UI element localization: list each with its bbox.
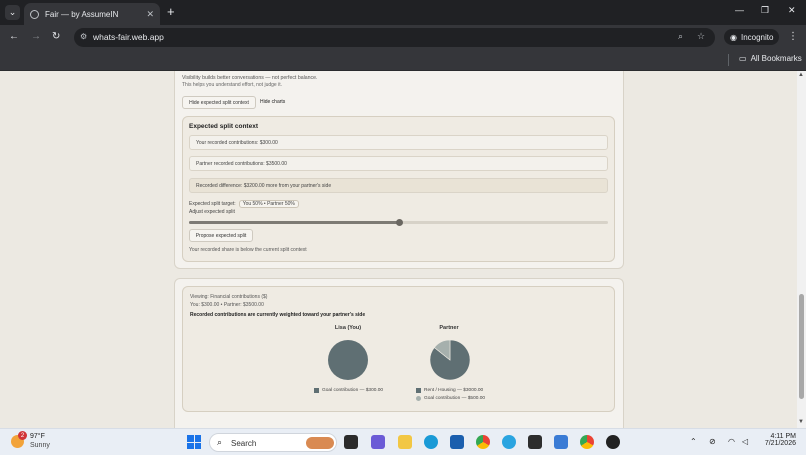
- menu-icon[interactable]: ⋮: [788, 31, 798, 42]
- tab-fair[interactable]: Fair — by AssumeIN ✕: [24, 3, 160, 25]
- network-off-icon[interactable]: ⊘: [709, 437, 716, 446]
- hide-split-button[interactable]: Hide expected split context: [182, 96, 256, 109]
- copilot-icon[interactable]: [371, 435, 385, 449]
- legend-partner-rent: Rent / Housing — $3000.00: [416, 388, 483, 393]
- terminal-icon[interactable]: [528, 435, 542, 449]
- adjust-split-label: Adjust expected split: [189, 209, 235, 215]
- partner-contributions-row: Partner recorded contributions: $3500.00: [189, 156, 608, 171]
- reload-icon[interactable]: ↻: [52, 31, 60, 42]
- split-title: Expected split context: [189, 123, 258, 130]
- restore-icon[interactable]: ❐: [761, 5, 769, 16]
- search-highlight-icon: [306, 437, 334, 449]
- all-bookmarks[interactable]: ▭ All Bookmarks: [739, 54, 802, 63]
- task-view-icon[interactable]: [344, 435, 358, 449]
- telegram-icon[interactable]: [502, 435, 516, 449]
- split-target-value: You 50% • Partner 50%: [238, 200, 299, 208]
- url-text[interactable]: whats-fair.web.app: [93, 32, 164, 42]
- intro-text: Visibility builds better conversations —…: [182, 75, 318, 81]
- legend-swatch: [416, 388, 421, 393]
- date: 7/21/2026: [764, 440, 796, 447]
- incognito-label: Incognito: [740, 32, 774, 42]
- difference-row: Recorded difference: $3200.00 more from …: [189, 178, 608, 193]
- bookmarks-bar: ▭ All Bookmarks: [0, 49, 806, 71]
- tab-title: Fair — by AssumeIN: [45, 9, 119, 19]
- legend-you: Goal contribution — $300.00: [314, 388, 383, 393]
- viewing-label: Viewing: Financial contributions ($): [190, 294, 268, 300]
- incognito-indicator[interactable]: ◉ Incognito: [724, 29, 780, 45]
- search-label: Search: [231, 439, 257, 448]
- zoom-icon[interactable]: ⌕: [678, 31, 683, 42]
- charts-headline: Recorded contributions are currently wei…: [190, 312, 366, 318]
- site-settings-icon[interactable]: ⚙: [80, 32, 87, 41]
- scroll-up-icon[interactable]: ▲: [798, 72, 804, 78]
- split-target-label: Expected split target:: [189, 201, 236, 207]
- chrome-icon[interactable]: [476, 435, 490, 449]
- chart-title-you: Lisa (You): [334, 325, 362, 331]
- split-note: Your recorded share is below the current…: [189, 247, 307, 253]
- legend-partner-goal: Goal contribution — $500.00: [416, 396, 485, 401]
- new-tab-icon[interactable]: +: [167, 4, 175, 19]
- your-contributions-row: Your recorded contributions: $300.00: [189, 135, 608, 150]
- legend-swatch: [314, 388, 319, 393]
- intro-subtext: This helps you understand effort, not ju…: [182, 82, 282, 88]
- chrome-profile-icon[interactable]: [580, 435, 594, 449]
- slider-fill: [189, 221, 399, 224]
- store-icon[interactable]: [450, 435, 464, 449]
- address-bar[interactable]: ⚙ whats-fair.web.app ⌕ ☆: [74, 28, 715, 47]
- edge-icon[interactable]: [424, 435, 438, 449]
- propose-split-button[interactable]: Propose expected split: [189, 229, 253, 242]
- incognito-icon: ◉: [730, 32, 737, 42]
- forward-icon[interactable]: →: [31, 31, 41, 42]
- minimize-icon[interactable]: —: [735, 5, 744, 15]
- slider-thumb[interactable]: [395, 219, 403, 226]
- tab-strip: ⌄ Fair — by AssumeIN ✕ + — ❐ ✕: [0, 0, 806, 25]
- chevron-up-icon[interactable]: ⌃: [690, 437, 697, 446]
- bookmark-star-icon[interactable]: ☆: [697, 31, 705, 42]
- volume-icon[interactable]: ◁: [742, 437, 748, 446]
- split-target: Expected split target: You 50% • Partner…: [189, 200, 299, 208]
- scrollbar[interactable]: ▲ ▼: [797, 71, 806, 428]
- time: 4:11 PM: [770, 433, 796, 440]
- pie-chart-you: [328, 340, 368, 380]
- scroll-down-icon[interactable]: ▼: [798, 419, 804, 425]
- clock[interactable]: 4:11 PM 7/21/2026: [762, 433, 796, 447]
- divider: [728, 54, 729, 66]
- tab-search-icon[interactable]: ⌄: [5, 5, 20, 20]
- taskbar: 2 97°F Sunny ⌕ Search ⌃ ⊘ ◠ ◁ 4:11 PM 7/…: [0, 428, 806, 455]
- wifi-icon[interactable]: ◠: [728, 437, 735, 446]
- totals-label: You: $300.00 • Partner: $3500.00: [190, 302, 264, 308]
- legend-swatch: [416, 396, 421, 401]
- folder-icon: ▭: [739, 54, 747, 63]
- weather-badge: 2: [18, 431, 27, 440]
- search-icon: ⌕: [217, 437, 223, 447]
- all-bookmarks-label: All Bookmarks: [750, 54, 802, 63]
- chart-title-partner: Partner: [439, 325, 459, 331]
- notepad-icon[interactable]: [554, 435, 568, 449]
- split-slider[interactable]: [189, 219, 608, 226]
- globe-icon: [30, 9, 39, 19]
- pie-chart-partner: [429, 339, 471, 381]
- file-explorer-icon[interactable]: [398, 435, 412, 449]
- legend-label: Rent / Housing — $3000.00: [424, 388, 484, 393]
- window-close-icon[interactable]: ✕: [788, 5, 796, 16]
- start-icon[interactable]: [187, 435, 201, 449]
- scroll-thumb[interactable]: [799, 294, 804, 399]
- close-icon[interactable]: ✕: [146, 9, 154, 20]
- weather-condition[interactable]: Sunny: [30, 442, 50, 449]
- legend-label: Goal contribution — $300.00: [322, 388, 384, 393]
- taskbar-search[interactable]: ⌕ Search: [209, 433, 337, 452]
- back-icon[interactable]: ←: [9, 31, 19, 42]
- app-icon[interactable]: [606, 435, 620, 449]
- pie-slice-goal-contribution: [328, 340, 368, 380]
- legend-label: Goal contribution — $500.00: [424, 396, 486, 401]
- browser-toolbar: ← → ↻ ⚙ whats-fair.web.app ⌕ ☆ ◉ Incogni…: [0, 25, 806, 49]
- hide-charts-button[interactable]: Hide charts: [260, 99, 285, 105]
- weather-temp[interactable]: 97°F: [30, 433, 45, 440]
